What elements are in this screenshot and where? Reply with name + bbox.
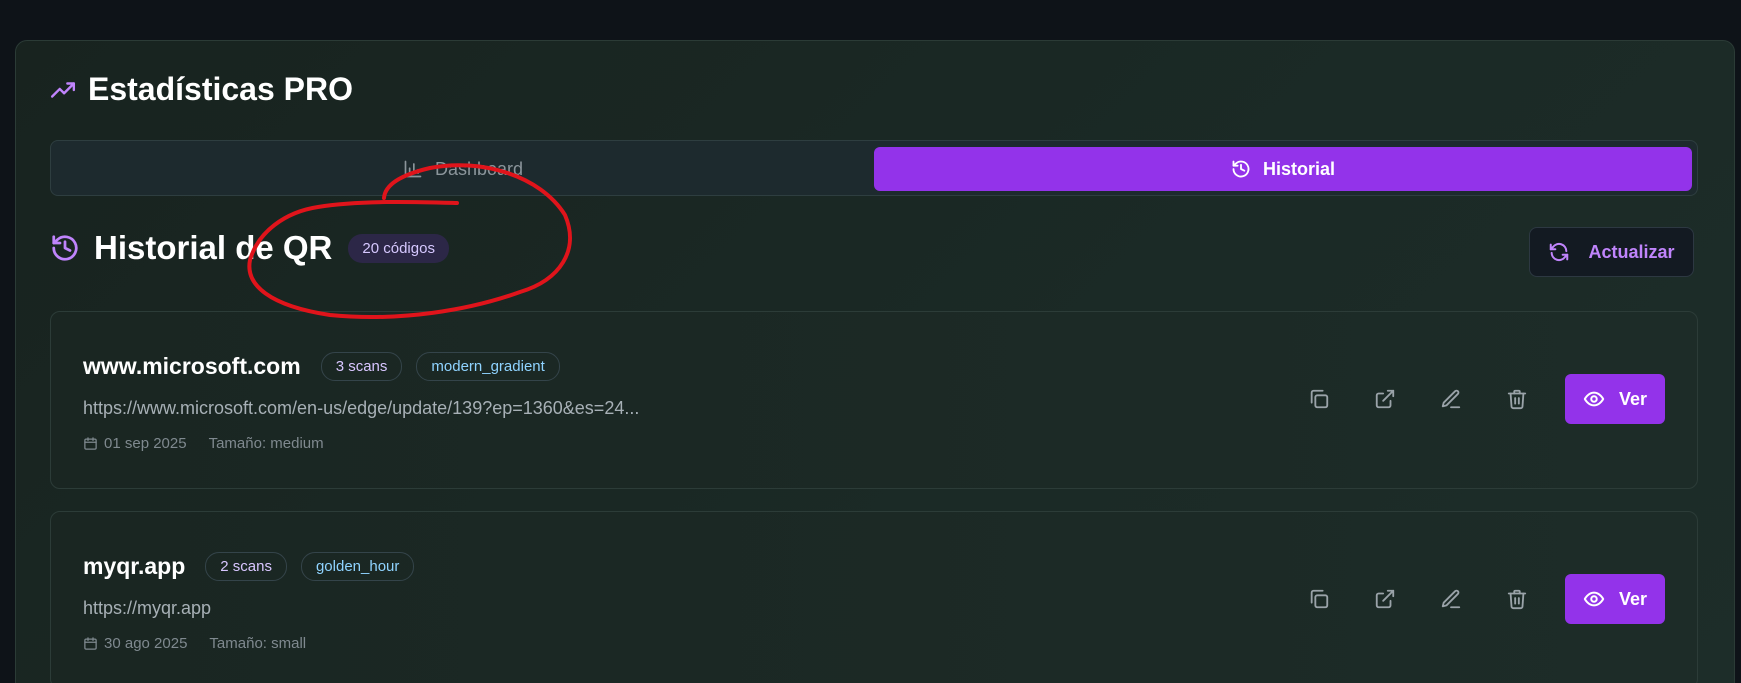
qr-name: myqr.app [83,553,186,579]
tab-dashboard[interactable]: Dashboard [57,147,869,191]
count-badge: 20 códigos [348,233,449,263]
created-date: 01 sep 2025 [83,435,187,452]
card-meta: 30 ago 2025 Tamaño: small [83,635,306,652]
copy-button[interactable] [1297,377,1341,421]
pencil-icon [1441,389,1461,409]
date-text: 30 ago 2025 [104,635,188,652]
view-button[interactable]: Ver [1565,574,1665,624]
tab-bar: Dashboard Historial [50,140,1698,196]
qr-url: https://myqr.app [83,598,212,618]
view-label: Ver [1618,388,1648,409]
trending-up-icon [50,81,76,98]
stats-panel: Estadísticas PRO Dashboard Historial His… [15,40,1735,683]
created-date: 30 ago 2025 [83,635,187,652]
edit-button[interactable] [1429,577,1473,621]
size-text: Tamaño: small [209,635,307,652]
panel-title-text: Estadísticas PRO [88,71,353,107]
calendar-icon [84,637,97,650]
pencil-icon [1441,589,1461,609]
external-link-icon [1375,389,1395,409]
edit-button[interactable] [1429,377,1473,421]
card-meta: 01 sep 2025 Tamaño: medium [83,435,324,452]
card-header: www.microsoft.com 3 scans modern_gradien… [83,352,560,381]
view-button[interactable]: Ver [1565,374,1665,424]
tab-historial-label: Historial [1262,158,1336,179]
qr-history-card: myqr.app 2 scans golden_hour https://myq… [50,511,1698,683]
history-header: Historial de QR 20 códigos [50,229,449,267]
open-link-button[interactable] [1363,377,1407,421]
scans-badge: 2 scans [205,552,287,581]
qr-name: www.microsoft.com [83,353,301,379]
bar-chart-icon [404,160,422,178]
copy-icon [1310,589,1329,609]
external-link-icon [1375,589,1395,609]
copy-button[interactable] [1297,577,1341,621]
trash-icon [1507,389,1527,410]
refresh-button[interactable]: Actualizar [1529,227,1694,277]
card-actions: Ver [1297,374,1665,424]
calendar-icon [84,437,97,450]
eye-icon [1583,391,1605,407]
refresh-label: Actualizar [1588,241,1675,262]
open-link-button[interactable] [1363,577,1407,621]
history-icon [52,235,78,261]
trash-icon [1507,589,1527,610]
refresh-icon [1550,242,1569,262]
qr-url: https://www.microsoft.com/en-us/edge/upd… [83,398,640,418]
tab-historial[interactable]: Historial [874,147,1692,191]
date-text: 01 sep 2025 [104,435,187,452]
card-actions: Ver [1297,574,1665,624]
qr-history-card: www.microsoft.com 3 scans modern_gradien… [50,311,1698,489]
style-badge: golden_hour [300,552,415,581]
scans-badge: 3 scans [320,352,403,381]
card-header: myqr.app 2 scans golden_hour [83,552,415,581]
delete-button[interactable] [1495,377,1539,421]
style-badge: modern_gradient [416,352,560,381]
panel-title: Estadísticas PRO [50,71,353,108]
history-title: Historial de QR [94,229,333,266]
copy-icon [1310,389,1329,409]
eye-icon [1583,591,1605,607]
history-icon [1232,160,1250,178]
tab-dashboard-label: Dashboard [434,158,524,179]
size-text: Tamaño: medium [208,435,324,452]
delete-button[interactable] [1495,577,1539,621]
view-label: Ver [1618,588,1648,609]
